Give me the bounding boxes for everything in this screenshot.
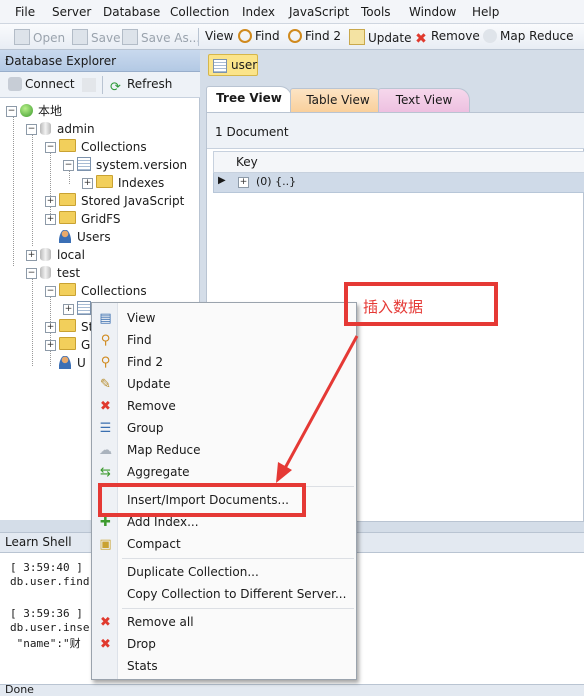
annotation-arrow <box>276 335 359 483</box>
